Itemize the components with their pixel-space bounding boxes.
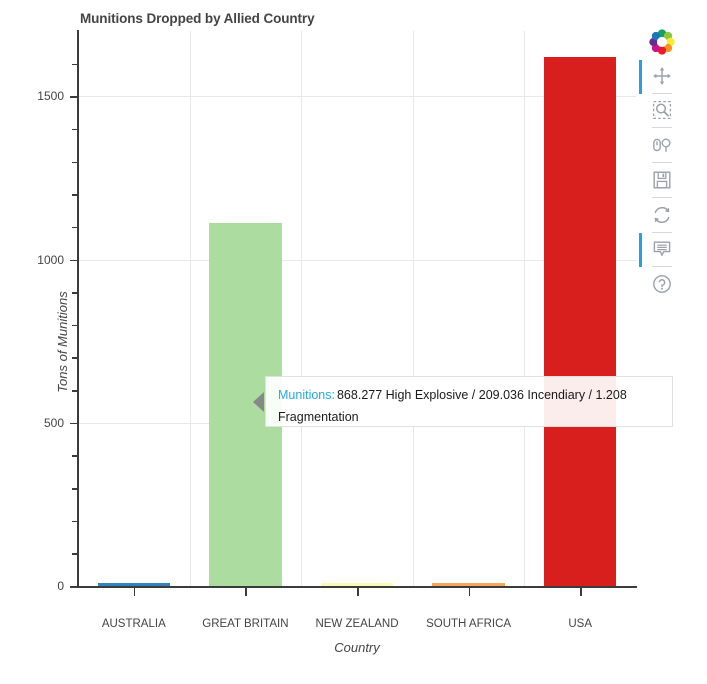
y-tick-minor [72,520,78,523]
x-tick-label-great-britain: GREAT BRITAIN [202,618,289,630]
tooltip-arrow [253,392,264,412]
toolbar-divider [652,196,672,198]
x-tick-major [468,588,471,596]
toolbar-divider [652,92,672,94]
y-tick-minor [72,357,78,359]
hover-tooltip: Munitions: 868.277 High Explosive / 209.0… [265,376,673,427]
bokeh-logo-glyph [649,29,675,56]
vertical-gridline [189,31,191,586]
box-zoom-icon [652,101,672,120]
pan-icon [653,66,671,85]
vertical-gridline [524,31,526,586]
y-tick-major [70,96,78,98]
save-tool-button[interactable] [645,164,679,196]
box-zoom-tool-button[interactable] [645,95,679,127]
y-tick-minor [72,194,78,196]
y-tick-minor [72,226,78,229]
help-tool-button[interactable] [645,268,679,300]
tooltip-row: Munitions: 868.277 High Explosive / 209.0… [278,384,662,428]
y-tick-minor [72,292,78,294]
page-title: Munitions Dropped by Allied Country [80,11,315,26]
vertical-gridline [301,31,303,586]
help-icon [653,275,671,293]
save-icon [653,171,671,189]
y-tick-minor [72,128,78,131]
x-tick-label-new-zealand: NEW ZEALAND [315,618,399,630]
y-tick-minor [72,324,78,327]
chart-page: Munitions Dropped by Allied Country 0 500… [0,0,707,684]
y-tick-minor [72,63,78,66]
x-tick-major [245,588,247,596]
tooltip-label: Munitions: [278,388,335,402]
vertical-gridline [412,31,414,586]
y-tick-minor [72,390,78,392]
plot-area [78,31,636,587]
x-tick-major [580,588,582,596]
x-tick-label-usa: USA [568,618,593,630]
y-tick-major [70,259,78,262]
bokeh-logo-icon[interactable] [645,28,679,60]
y-axis-title: Tons of Munitions [55,291,71,393]
y-axis-line [77,30,79,587]
pan-tool-button[interactable] [639,59,679,94]
toolbar-divider [652,266,672,268]
reset-icon [654,206,670,223]
y-tick-minor [72,161,78,164]
y-tick-minor [72,455,78,457]
y-tick-minor [72,553,78,555]
x-tick-major [133,588,136,596]
x-axis-title: Country [334,640,380,655]
x-tick-label-australia: AUSTRALIA [101,618,166,630]
reset-tool-button[interactable] [645,199,679,231]
toolbar-divider [652,231,672,233]
hover-icon [653,241,671,257]
y-tick-label: 0 [57,579,64,593]
x-tick-major [357,588,359,596]
y-tick-label: 1000 [37,252,64,267]
wheel-zoom-icon [653,138,671,153]
toolbar-divider [652,127,672,129]
y-tick-major [70,586,78,588]
chart-toolbar [639,28,682,300]
y-tick-label: 1500 [37,89,64,104]
toolbar-divider [652,162,672,163]
bar-usa[interactable] [543,57,617,586]
y-tick-minor [72,488,78,490]
wheel-zoom-tool-button[interactable] [645,129,679,161]
x-tick-label-south-africa: SOUTH AFRICA [426,618,512,630]
hover-tool-button[interactable] [639,233,679,268]
y-tick-label: 500 [43,415,64,430]
y-tick-major [70,422,78,425]
